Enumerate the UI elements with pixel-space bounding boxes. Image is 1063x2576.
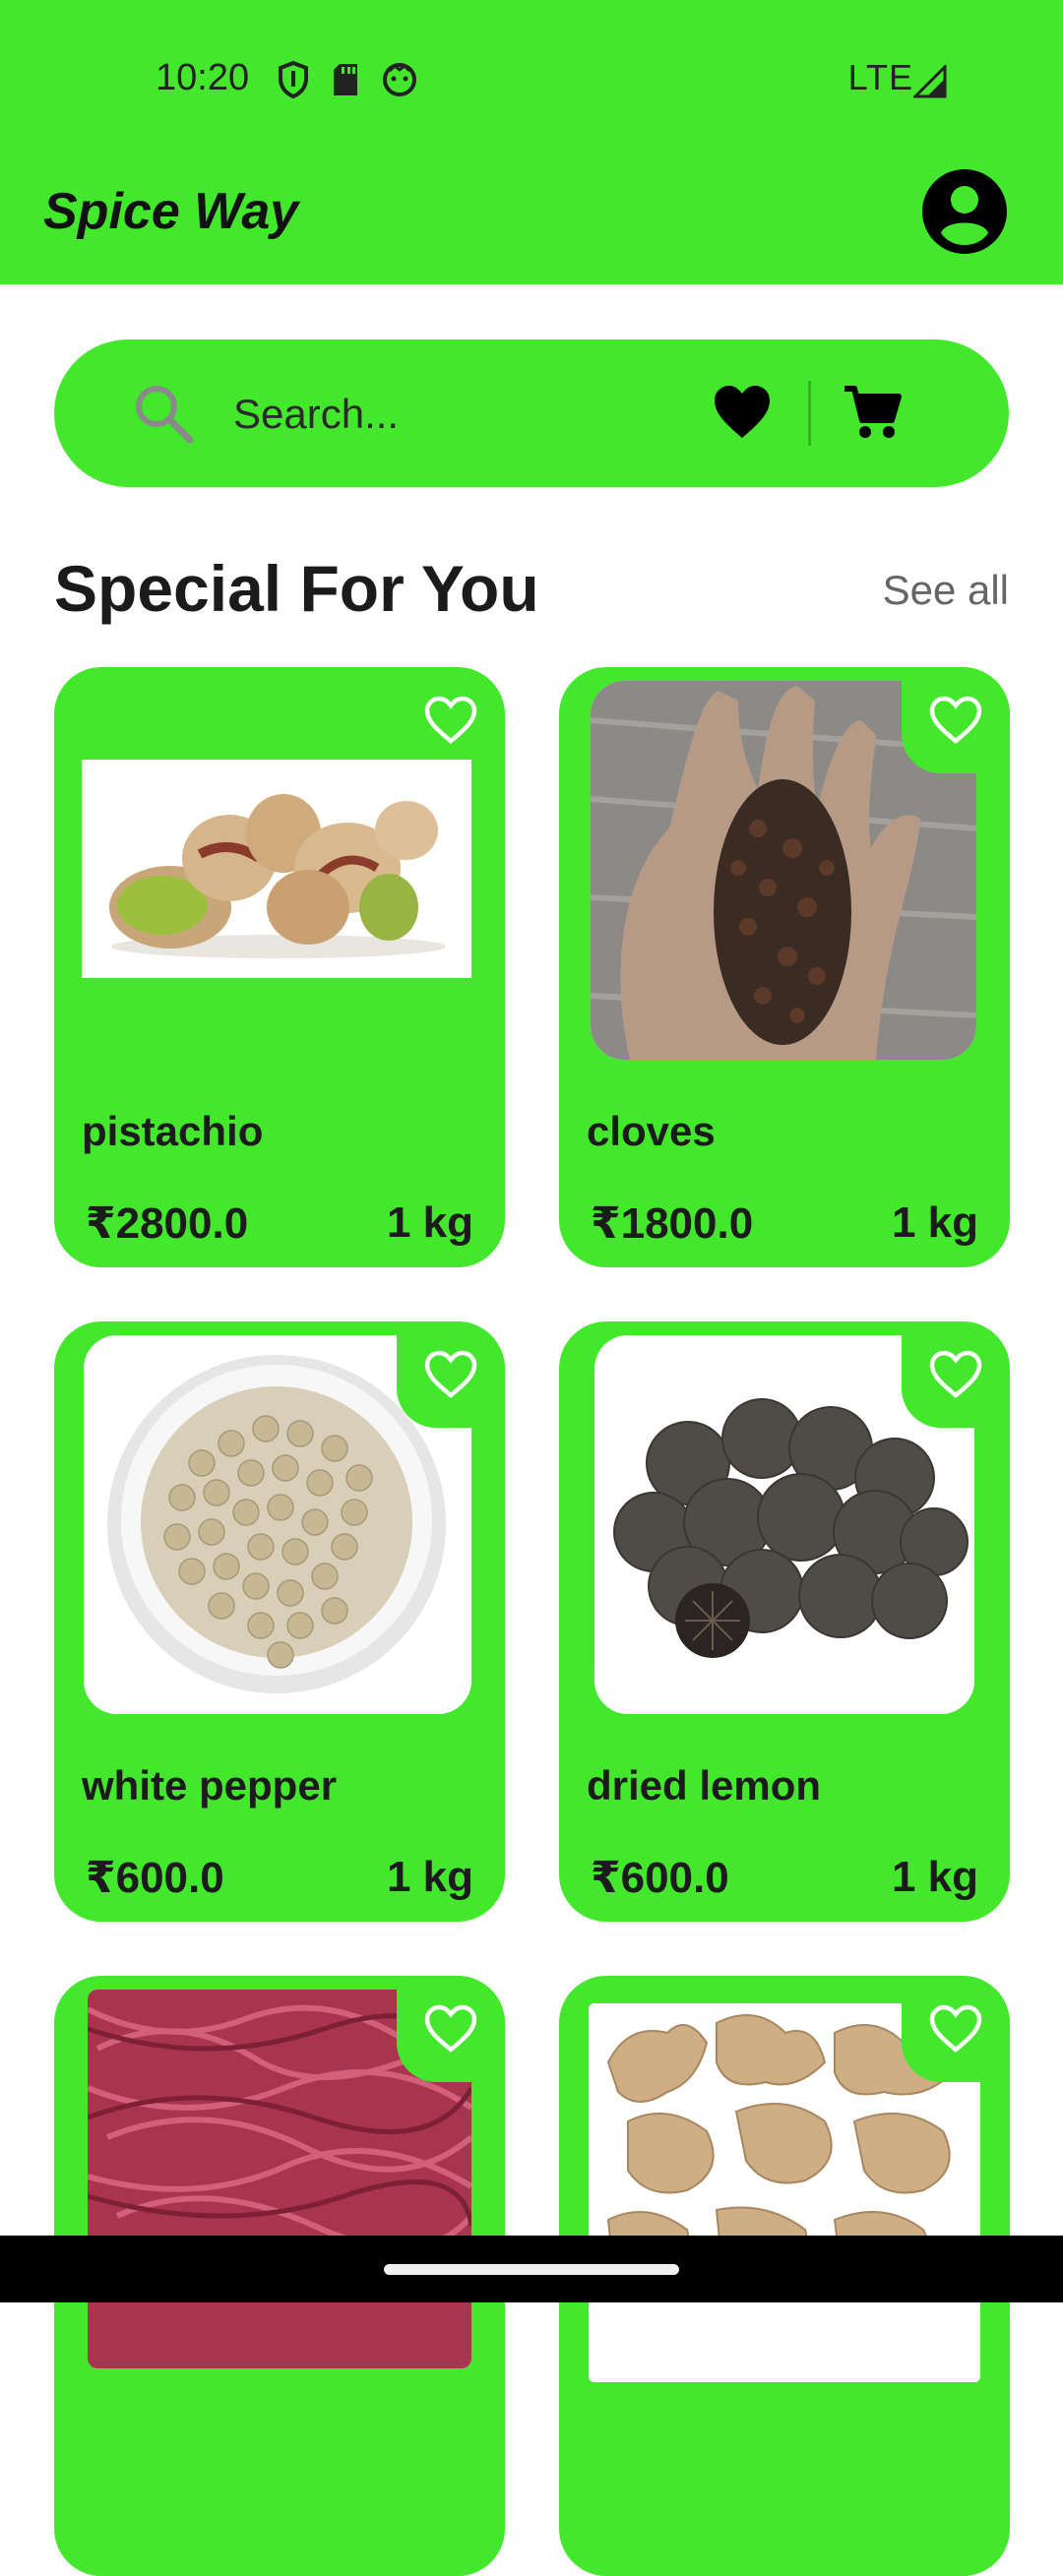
home-handle[interactable] [384, 2264, 679, 2275]
system-nav-bar [0, 2236, 1063, 2302]
product-price: ₹600.0 [591, 1854, 729, 1902]
app-title: Spice Way [43, 183, 299, 240]
heart-outline-icon [929, 2004, 982, 2053]
app-bar: Spice Way [0, 162, 1063, 284]
status-icons [278, 61, 417, 98]
favorite-button[interactable] [397, 667, 505, 773]
product-unit: 1 kg [891, 1198, 978, 1247]
favorite-button[interactable] [397, 1976, 505, 2082]
product-name: dried lemon [587, 1762, 822, 1809]
favorite-button[interactable] [902, 1321, 1010, 1428]
heart-filled-icon[interactable] [712, 383, 773, 442]
search-bar [54, 339, 1009, 487]
product-price: ₹2800.0 [86, 1199, 249, 1248]
heart-outline-icon [424, 2004, 477, 2053]
search-bar-divider [808, 381, 811, 446]
status-bar: 10:20 LTE [0, 0, 1063, 162]
heart-outline-icon [929, 696, 982, 744]
product-name: pistachio [82, 1108, 264, 1154]
product-card[interactable]: white pepper ₹600.0 1 kg [54, 1321, 505, 1922]
face-icon [383, 63, 416, 96]
product-card[interactable]: pistachio ₹2800.0 1 kg [54, 667, 505, 1267]
product-unit: 1 kg [891, 1853, 978, 1901]
favorite-button[interactable] [397, 1321, 505, 1428]
section-title: Special For You [54, 552, 539, 625]
network-label: LTE [847, 57, 913, 97]
product-card[interactable]: dried lemon ₹600.0 1 kg [559, 1321, 1010, 1922]
status-time: 10:20 [156, 57, 250, 98]
sd-card-icon [334, 64, 357, 95]
product-price: ₹600.0 [86, 1854, 224, 1902]
product-unit: 1 kg [386, 1853, 473, 1901]
search-input[interactable] [231, 385, 708, 444]
search-icon [136, 386, 194, 444]
account-icon[interactable] [921, 168, 1008, 255]
favorite-button[interactable] [902, 1976, 1010, 2082]
product-name: white pepper [82, 1762, 338, 1809]
product-price: ₹1800.0 [591, 1199, 754, 1248]
heart-outline-icon [424, 1350, 477, 1398]
product-unit: 1 kg [386, 1198, 473, 1247]
product-image [82, 760, 471, 978]
product-card[interactable]: cloves ₹1800.0 1 kg [559, 667, 1010, 1267]
favorite-button[interactable] [902, 667, 1010, 773]
signal-icon [913, 65, 947, 98]
product-name: cloves [587, 1108, 716, 1154]
heart-outline-icon [929, 1350, 982, 1398]
see-all-link[interactable]: See all [883, 567, 1009, 614]
cart-icon[interactable] [842, 383, 903, 442]
heart-outline-icon [424, 696, 477, 744]
shield-icon [279, 61, 308, 98]
